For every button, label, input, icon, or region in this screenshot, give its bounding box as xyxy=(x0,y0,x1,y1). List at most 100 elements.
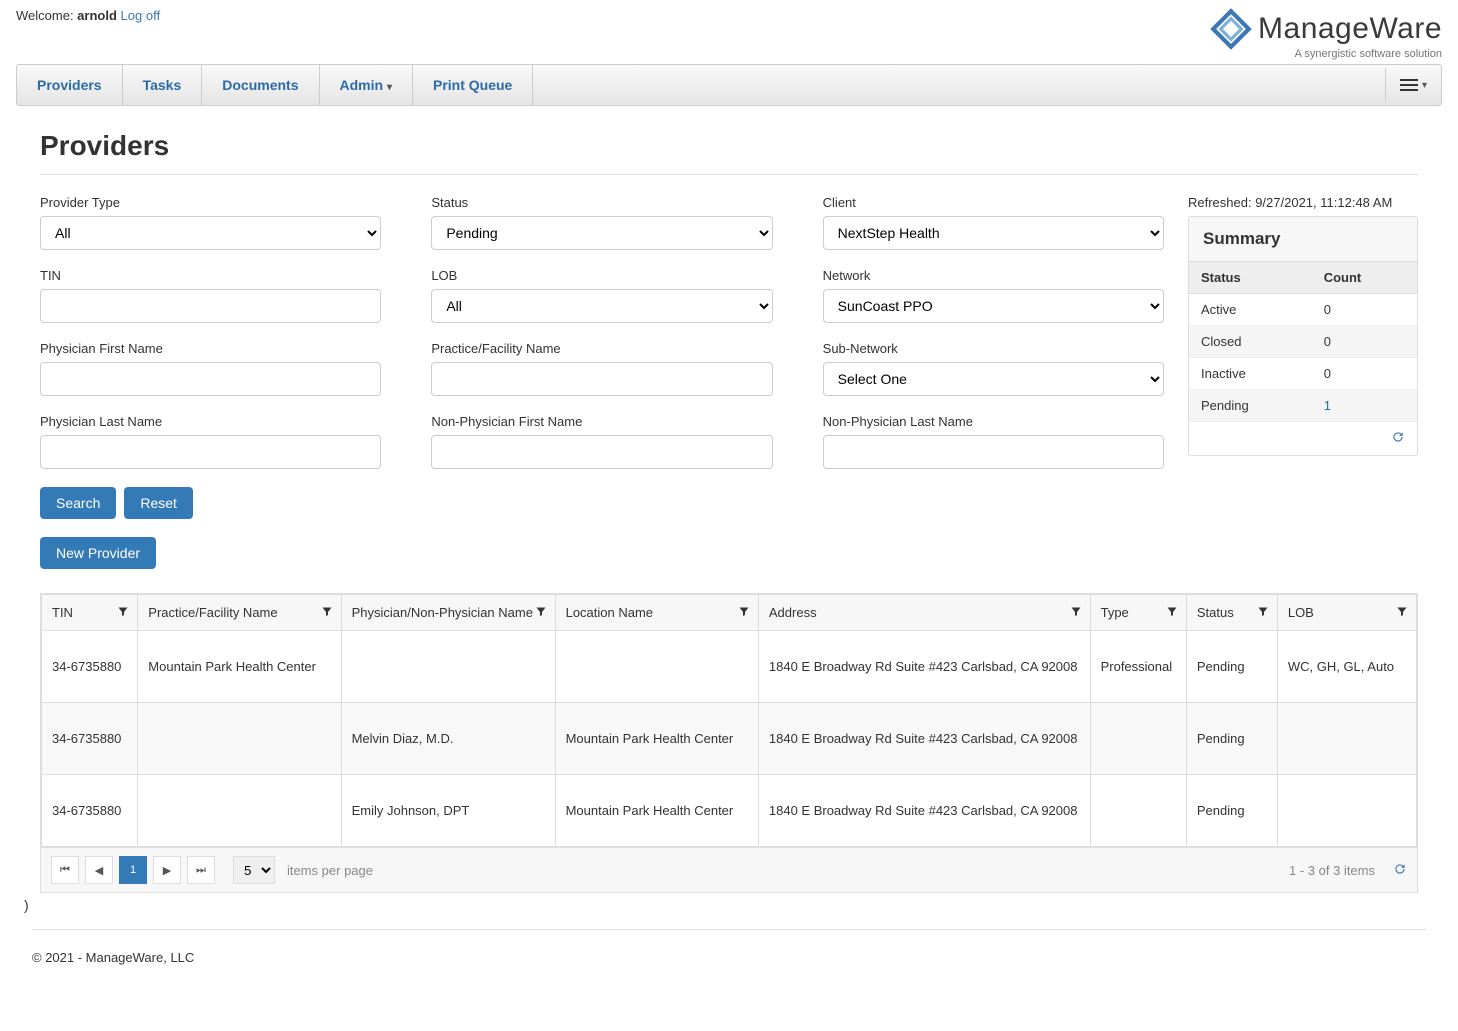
column-label: Status xyxy=(1197,605,1234,620)
column-header[interactable]: Status xyxy=(1186,595,1277,631)
filter-icon[interactable] xyxy=(1070,605,1082,620)
cell-type xyxy=(1090,703,1186,775)
column-label: Practice/Facility Name xyxy=(148,605,277,620)
summary-row-status: Closed xyxy=(1189,326,1312,358)
select-provider-type[interactable]: All xyxy=(40,216,381,250)
cell-practice xyxy=(138,703,341,775)
cell-address: 1840 E Broadway Rd Suite #423 Carlsbad, … xyxy=(758,775,1090,847)
label-np-first: Non-Physician First Name xyxy=(431,414,772,429)
results-grid: TIN Practice/Facility Name Physician/Non-P… xyxy=(40,593,1418,893)
nav-print-queue[interactable]: Print Queue xyxy=(413,65,533,105)
cell-lob xyxy=(1277,703,1416,775)
cell-lob xyxy=(1277,775,1416,847)
input-tin[interactable] xyxy=(40,289,381,323)
summary-row-status: Inactive xyxy=(1189,358,1312,390)
input-physician-last[interactable] xyxy=(40,435,381,469)
pager-page-size[interactable]: 5 xyxy=(233,856,275,884)
select-status[interactable]: Pending xyxy=(431,216,772,250)
cell-status: Pending xyxy=(1186,703,1277,775)
cell-location: Mountain Park Health Center xyxy=(555,703,758,775)
column-header[interactable]: Type xyxy=(1090,595,1186,631)
table-row[interactable]: 34-6735880Melvin Diaz, M.D.Mountain Park… xyxy=(42,703,1417,775)
pager: ⏮ ◀ 1 ▶ ⏭ 5 items per page 1 - 3 of 3 it… xyxy=(41,847,1417,892)
search-button[interactable]: Search xyxy=(40,487,116,519)
pager-prev[interactable]: ◀ xyxy=(85,856,113,884)
input-np-last[interactable] xyxy=(823,435,1164,469)
refresh-icon xyxy=(1393,862,1407,876)
filter-icon[interactable] xyxy=(535,605,547,620)
select-client[interactable]: NextStep Health xyxy=(823,216,1164,250)
label-lob: LOB xyxy=(431,268,772,283)
pager-next[interactable]: ▶ xyxy=(153,856,181,884)
cell-address: 1840 E Broadway Rd Suite #423 Carlsbad, … xyxy=(758,703,1090,775)
summary-row-count: 0 xyxy=(1312,326,1417,358)
select-network[interactable]: SunCoast PPO xyxy=(823,289,1164,323)
column-label: Type xyxy=(1101,605,1129,620)
nav-tasks[interactable]: Tasks xyxy=(123,65,203,105)
username: arnold xyxy=(77,8,117,23)
page-title: Providers xyxy=(16,130,1442,162)
brand-icon xyxy=(1210,8,1252,50)
cell-type xyxy=(1090,775,1186,847)
input-practice-name[interactable] xyxy=(431,362,772,396)
column-header[interactable]: LOB xyxy=(1277,595,1416,631)
stray-text: ) xyxy=(16,893,1442,917)
divider xyxy=(40,174,1418,175)
column-header[interactable]: Address xyxy=(758,595,1090,631)
input-physician-first[interactable] xyxy=(40,362,381,396)
filter-icon[interactable] xyxy=(1257,605,1269,620)
nav-documents[interactable]: Documents xyxy=(202,65,319,105)
pager-refresh-button[interactable] xyxy=(1393,862,1407,879)
cell-physician xyxy=(341,631,555,703)
cell-physician: Emily Johnson, DPT xyxy=(341,775,555,847)
cell-practice xyxy=(138,775,341,847)
reset-button[interactable]: Reset xyxy=(124,487,193,519)
select-lob[interactable]: All xyxy=(431,289,772,323)
summary-row-count[interactable]: 1 xyxy=(1312,390,1417,422)
divider xyxy=(32,929,1426,930)
column-header[interactable]: Physician/Non-Physician Name xyxy=(341,595,555,631)
label-tin: TIN xyxy=(40,268,381,283)
filter-panel: Provider Type All Status Pending Client … xyxy=(40,195,1164,569)
filter-icon[interactable] xyxy=(1396,605,1408,620)
cell-location: Mountain Park Health Center xyxy=(555,775,758,847)
table-row[interactable]: 34-6735880Mountain Park Health Center184… xyxy=(42,631,1417,703)
pager-first[interactable]: ⏮ xyxy=(51,856,79,884)
table-row[interactable]: 34-6735880Emily Johnson, DPTMountain Par… xyxy=(42,775,1417,847)
column-label: LOB xyxy=(1288,605,1314,620)
filter-icon[interactable] xyxy=(321,605,333,620)
new-provider-button[interactable]: New Provider xyxy=(40,537,156,569)
summary-row-count: 0 xyxy=(1312,294,1417,326)
label-subnetwork: Sub-Network xyxy=(823,341,1164,356)
filter-icon[interactable] xyxy=(738,605,750,620)
summary-col-count: Count xyxy=(1312,262,1417,294)
label-physician-last: Physician Last Name xyxy=(40,414,381,429)
chevron-down-icon: ▾ xyxy=(387,82,392,93)
cell-address: 1840 E Broadway Rd Suite #423 Carlsbad, … xyxy=(758,631,1090,703)
filter-icon[interactable] xyxy=(1166,605,1178,620)
nav-providers[interactable]: Providers xyxy=(17,65,123,105)
select-subnetwork[interactable]: Select One xyxy=(823,362,1164,396)
nav-menu-toggle[interactable]: ▾ xyxy=(1385,68,1441,102)
column-label: Address xyxy=(769,605,817,620)
summary-panel: Summary Status Count Active0Closed0Inact… xyxy=(1188,216,1418,456)
column-header[interactable]: Practice/Facility Name xyxy=(138,595,341,631)
cell-location xyxy=(555,631,758,703)
input-np-first[interactable] xyxy=(431,435,772,469)
cell-lob: WC, GH, GL, Auto xyxy=(1277,631,1416,703)
summary-row-status: Pending xyxy=(1189,390,1312,422)
summary-title: Summary xyxy=(1189,217,1417,262)
welcome-prefix: Welcome: xyxy=(16,8,77,23)
pager-page-current[interactable]: 1 xyxy=(119,856,147,884)
logoff-link[interactable]: Log off xyxy=(121,8,161,23)
column-header[interactable]: Location Name xyxy=(555,595,758,631)
brand-logo: ManageWare A synergistic software soluti… xyxy=(1210,8,1442,60)
column-label: Location Name xyxy=(566,605,653,620)
pager-last[interactable]: ⏭ xyxy=(187,856,215,884)
nav-admin[interactable]: Admin ▾ xyxy=(320,65,413,105)
cell-status: Pending xyxy=(1186,775,1277,847)
summary-refresh-button[interactable] xyxy=(1189,422,1417,455)
welcome-text: Welcome: arnold Log off xyxy=(16,8,160,23)
column-header[interactable]: TIN xyxy=(42,595,138,631)
filter-icon[interactable] xyxy=(117,605,129,620)
